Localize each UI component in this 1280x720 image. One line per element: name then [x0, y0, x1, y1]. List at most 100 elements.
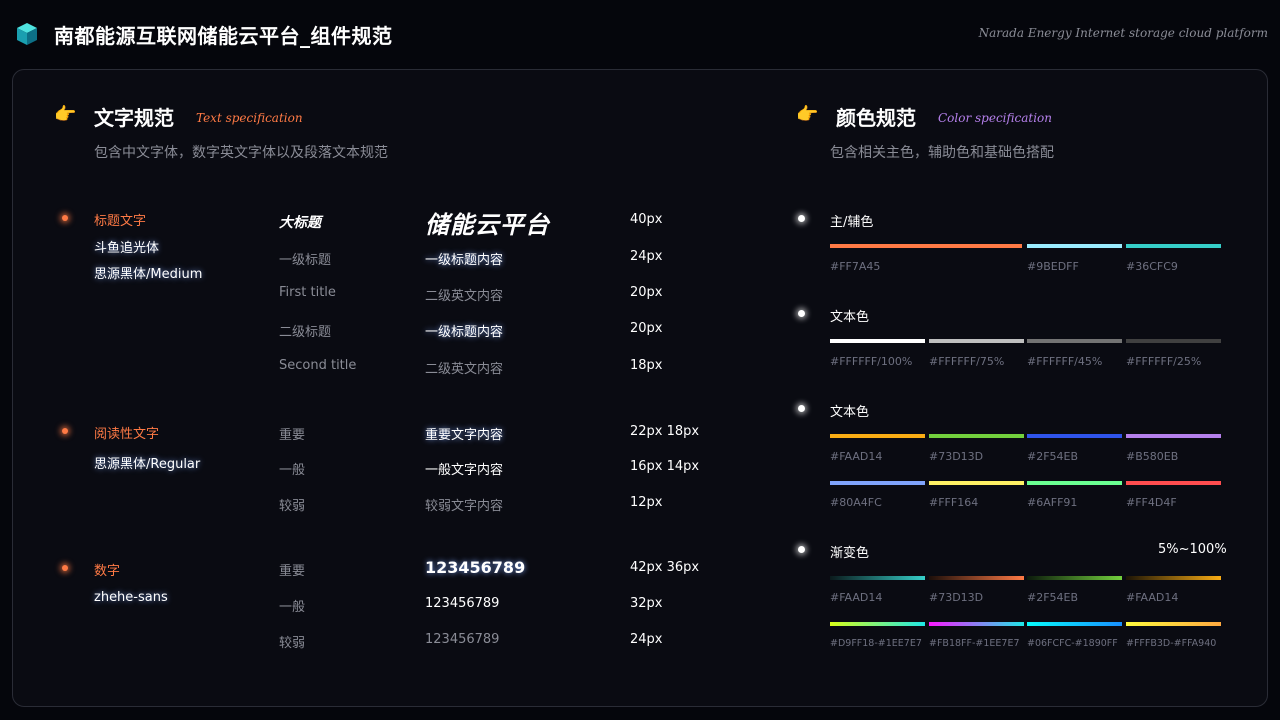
- row-label: 重要: [279, 564, 306, 579]
- color-group-label: 文本色: [830, 310, 870, 325]
- row-sample: 二级英文内容: [425, 362, 504, 377]
- row-size: 24px: [630, 632, 663, 647]
- color-group-label: 主/辅色: [830, 215, 874, 230]
- row-size: 18px: [630, 358, 663, 373]
- color-code: #06FCFC-#1890FF: [1027, 638, 1118, 649]
- color-code: #73D13D: [929, 450, 984, 463]
- row-label: 重要: [279, 428, 306, 443]
- color-swatch-bar: [1126, 481, 1221, 485]
- row-size: 24px: [630, 249, 663, 264]
- color-swatch-bar: [830, 434, 925, 438]
- gradient-swatch-bar: [929, 576, 1024, 580]
- color-code: #6AFF91: [1027, 496, 1078, 509]
- bullet-dot: [62, 215, 68, 221]
- row-sample: 123456789: [425, 558, 526, 577]
- row-label: 较弱: [279, 499, 306, 514]
- row-label: 大标题: [279, 215, 321, 231]
- color-code: #FFFFFF/45%: [1027, 355, 1103, 368]
- gradient-swatch-bar: [929, 622, 1024, 626]
- row-size: 42px 36px: [630, 560, 700, 575]
- color-swatch-bar: [1126, 339, 1221, 343]
- font-name: 斗鱼追光体: [94, 241, 160, 256]
- color-code: #9BEDFF: [1027, 260, 1079, 273]
- color-swatch-bar: [929, 481, 1024, 485]
- row-sample: 一般文字内容: [425, 463, 504, 478]
- color-code: #FFFFFF/75%: [929, 355, 1005, 368]
- gradient-swatch-bar: [830, 576, 925, 580]
- row-size: 40px: [630, 212, 663, 227]
- row-size: 32px: [630, 596, 663, 611]
- content-panel: [12, 69, 1268, 707]
- row-sample: 储能云平台: [425, 211, 550, 239]
- color-swatch-bar: [1027, 434, 1122, 438]
- text-spec-title-en: Text specification: [196, 111, 303, 125]
- row-size: 20px: [630, 321, 663, 336]
- color-group-label: 文本色: [830, 405, 870, 420]
- color-code: #FF4D4F: [1126, 496, 1177, 509]
- bullet-dot: [798, 405, 805, 412]
- row-label: 一般: [279, 463, 306, 478]
- bullet-dot: [798, 310, 805, 317]
- category-label: 数字: [94, 564, 121, 579]
- logo-cube-icon: [17, 23, 37, 45]
- color-swatch-bar: [1027, 244, 1122, 248]
- color-code: #FAAD14: [830, 450, 883, 463]
- row-label: 二级标题: [279, 325, 332, 340]
- row-sample: 123456789: [425, 596, 500, 611]
- color-swatch-bar: [830, 244, 1022, 248]
- color-code: #FFFFFF/25%: [1126, 355, 1202, 368]
- color-swatch-bar: [929, 434, 1024, 438]
- bullet-dot: [798, 546, 805, 553]
- category-label: 阅读性文字: [94, 427, 160, 442]
- pointing-hand-icon: 👉: [54, 104, 77, 125]
- bullet-dot: [62, 428, 68, 434]
- color-code: #73D13D: [929, 591, 984, 604]
- color-code: #2F54EB: [1027, 591, 1079, 604]
- color-swatch-bar: [1027, 339, 1122, 343]
- color-code: #80A4FC: [830, 496, 882, 509]
- page-title: 南都能源互联网储能云平台_组件规范: [54, 24, 393, 48]
- color-code: #FFFFFF/100%: [830, 355, 913, 368]
- bullet-dot: [798, 215, 805, 222]
- font-name: 思源黑体/Medium: [94, 267, 203, 282]
- row-size: 20px: [630, 285, 663, 300]
- color-code: #B580EB: [1126, 450, 1179, 463]
- color-code: #FAAD14: [830, 591, 883, 604]
- font-name: zhehe-sans: [94, 590, 168, 605]
- gradient-swatch-bar: [1027, 622, 1122, 626]
- color-swatch-bar: [1126, 244, 1221, 248]
- color-group-label: 渐变色: [830, 546, 870, 561]
- color-code: #FFF164: [929, 496, 979, 509]
- row-size: 12px: [630, 495, 663, 510]
- bullet-dot: [62, 565, 68, 571]
- color-swatch-bar: [1027, 481, 1122, 485]
- category-label: 标题文字: [94, 214, 147, 229]
- row-sample: 123456789: [425, 632, 500, 647]
- text-spec-desc: 包含中文字体，数字英文字体以及段落文本规范: [94, 145, 388, 161]
- row-size: 16px 14px: [630, 459, 700, 474]
- pointing-hand-icon: 👉: [796, 104, 819, 125]
- color-swatch-bar: [1126, 434, 1221, 438]
- color-code: #FFFB3D-#FFA940: [1126, 638, 1217, 649]
- color-code: #FAAD14: [1126, 591, 1179, 604]
- color-swatch-bar: [830, 339, 925, 343]
- row-sample: 二级英文内容: [425, 289, 504, 304]
- row-sample: 较弱文字内容: [425, 499, 504, 514]
- text-spec-title: 文字规范: [94, 106, 174, 130]
- color-code: #2F54EB: [1027, 450, 1079, 463]
- gradient-swatch-bar: [1126, 622, 1221, 626]
- gradient-swatch-bar: [1027, 576, 1122, 580]
- gradient-swatch-bar: [830, 622, 925, 626]
- color-spec-desc: 包含相关主色，辅助色和基础色搭配: [830, 145, 1054, 161]
- row-label: 一般: [279, 600, 306, 615]
- row-sample: 一级标题内容: [425, 253, 504, 268]
- color-spec-title: 颜色规范: [836, 106, 916, 130]
- row-size: 22px 18px: [630, 424, 700, 439]
- color-spec-title-en: Color specification: [938, 111, 1053, 125]
- row-sample: 一级标题内容: [425, 325, 504, 340]
- row-label: 较弱: [279, 636, 306, 651]
- font-name: 思源黑体/Regular: [94, 457, 201, 472]
- color-swatch-bar: [830, 481, 925, 485]
- row-label: 一级标题: [279, 253, 332, 268]
- color-code: #FF7A45: [830, 260, 881, 273]
